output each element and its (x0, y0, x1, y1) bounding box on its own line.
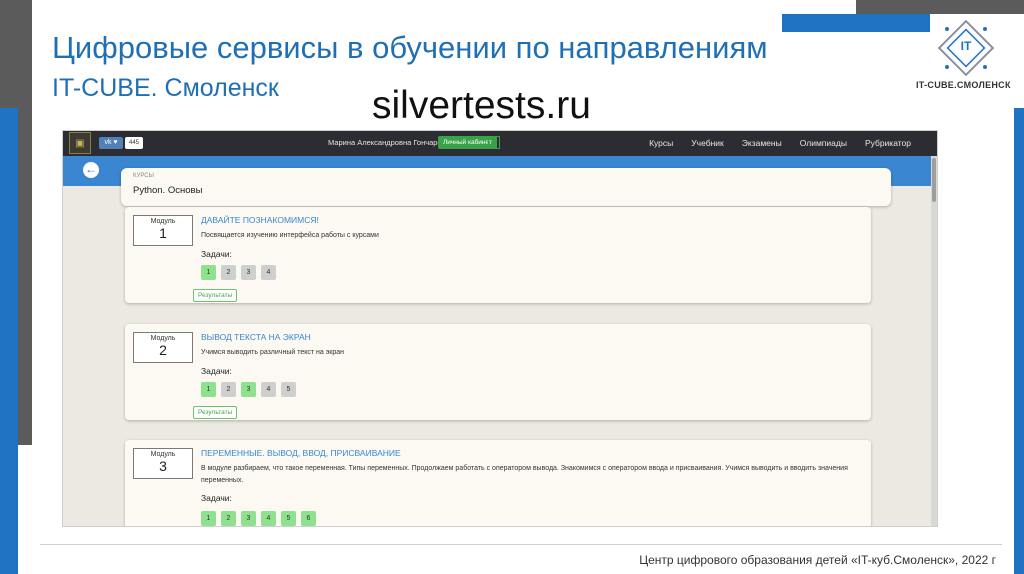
task-list: 1 2 3 4 (201, 265, 276, 280)
nav-item-courses[interactable]: Курсы (649, 138, 673, 148)
module-number: 3 (159, 458, 167, 474)
app-header: ▣ vk ♥ 445 Марина Александровна Гончаров… (63, 131, 937, 156)
decorative-bar-blue (0, 108, 18, 574)
task-button[interactable]: 4 (261, 265, 276, 280)
site-logo-icon[interactable]: ▣ (69, 132, 91, 154)
task-list: 1 2 3 4 5 6 (201, 511, 316, 526)
task-button[interactable]: 2 (221, 511, 236, 526)
nav-item-olympiads[interactable]: Олимпиады (800, 138, 847, 148)
like-counter: 445 (125, 137, 143, 149)
task-button[interactable]: 2 (221, 382, 236, 397)
module-number-box: Модуль 1 (133, 215, 193, 246)
module-title[interactable]: ВЫВОД ТЕКСТА НА ЭКРАН (201, 332, 311, 342)
module-label: Модуль (150, 335, 176, 342)
task-button[interactable]: 6 (301, 511, 316, 526)
nav-item-textbook[interactable]: Учебник (691, 138, 724, 148)
logout-icon[interactable]: → (488, 136, 500, 149)
nav-item-rubricator[interactable]: Рубрикатор (865, 138, 911, 148)
module-number: 1 (159, 225, 167, 241)
decorative-top-bar-blue (782, 14, 930, 32)
svg-text:IT: IT (961, 39, 972, 53)
user-name[interactable]: Марина Александровна Гончарова (328, 138, 450, 147)
vk-icon[interactable]: vk ♥ (99, 137, 123, 149)
task-button[interactable]: 5 (281, 382, 296, 397)
tasks-label: Задачи: (201, 493, 232, 503)
course-card: КУРСЫ Python. Основы (121, 168, 891, 206)
module-description: Посвящается изучению интерфейса работы с… (201, 232, 379, 239)
task-button[interactable]: 2 (221, 265, 236, 280)
module-number: 2 (159, 342, 167, 358)
task-list: 1 2 3 4 5 (201, 382, 296, 397)
nav-item-exams[interactable]: Экзамены (742, 138, 782, 148)
task-button[interactable]: 4 (261, 382, 276, 397)
task-button[interactable]: 1 (201, 382, 216, 397)
watermark: silvertests.ru (372, 84, 591, 127)
footer-divider (40, 544, 1002, 545)
task-button[interactable]: 3 (241, 265, 256, 280)
breadcrumb[interactable]: КУРСЫ (133, 173, 154, 179)
module-card-3: Модуль 3 ПЕРЕМЕННЫЕ. ВЫВОД, ВВОД, ПРИСВА… (125, 440, 871, 526)
module-description: В модуле разбираем, что такое переменная… (201, 465, 848, 484)
tasks-label: Задачи: (201, 249, 232, 259)
back-arrow-icon[interactable]: ← (83, 162, 99, 178)
task-button[interactable]: 4 (261, 511, 276, 526)
module-number-box: Модуль 3 (133, 448, 193, 479)
task-button[interactable]: 5 (281, 511, 296, 526)
task-button[interactable]: 1 (201, 265, 216, 280)
task-button[interactable]: 3 (241, 382, 256, 397)
logo-text: IT-CUBE.СМОЛЕНСК (916, 80, 1011, 90)
module-card-2: Модуль 2 ВЫВОД ТЕКСТА НА ЭКРАН Учимся вы… (125, 324, 871, 420)
footer-text: Центр цифрового образования детей «IT-ку… (639, 553, 996, 567)
module-number-box: Модуль 2 (133, 332, 193, 363)
module-description: Учимся выводить различный текст на экран (201, 349, 345, 356)
module-title[interactable]: ПЕРЕМЕННЫЕ. ВЫВОД, ВВОД, ПРИСВАИВАНИЕ (201, 448, 401, 458)
slide-title-text: Цифровые сервисы в обучении по направлен… (52, 30, 768, 65)
app-screenshot: ▣ vk ♥ 445 Марина Александровна Гончаров… (62, 130, 938, 527)
decorative-right-bar (1014, 108, 1024, 574)
module-title[interactable]: ДАВАЙТЕ ПОЗНАКОМИМСЯ! (201, 215, 319, 225)
scrollbar[interactable] (931, 156, 937, 526)
tasks-label: Задачи: (201, 366, 232, 376)
module-label: Модуль (150, 451, 176, 458)
results-button[interactable]: Результаты (193, 289, 238, 302)
task-button[interactable]: 1 (201, 511, 216, 526)
module-label: Модуль (150, 218, 176, 225)
scrollbar-thumb[interactable] (932, 158, 936, 202)
decorative-top-bar-gray (856, 0, 1024, 14)
module-card-1: Модуль 1 ДАВАЙТЕ ПОЗНАКОМИМСЯ! Посвящает… (125, 207, 871, 303)
course-title: Python. Основы (133, 185, 203, 196)
task-button[interactable]: 3 (241, 511, 256, 526)
results-button[interactable]: Результаты (193, 406, 238, 419)
main-nav: Курсы Учебник Экзамены Олимпиады Рубрика… (649, 138, 911, 148)
